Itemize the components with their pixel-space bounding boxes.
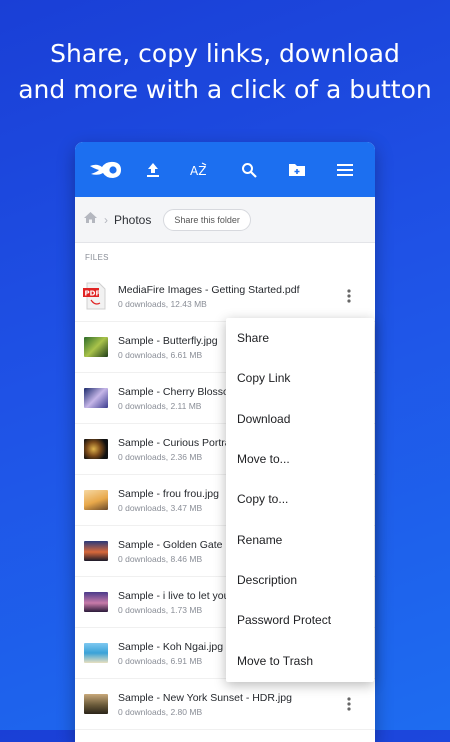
context-menu: Share Copy Link Download Move to... Copy…: [226, 318, 374, 682]
menu-item-move-to-trash[interactable]: Move to Trash: [226, 640, 374, 680]
image-thumbnail: [84, 388, 108, 408]
menu-item-description[interactable]: Description: [226, 560, 374, 600]
headline-line-1: Share, copy links, download: [50, 39, 400, 68]
pdf-icon: PDF: [82, 282, 108, 310]
file-info: Sample - frou frou.jpg 0 downloads, 3.47…: [118, 488, 219, 513]
menu-item-copy-to[interactable]: Copy to...: [226, 479, 374, 519]
file-info: MediaFire Images - Getting Started.pdf 0…: [118, 284, 300, 309]
file-name: Sample - i live to let you: [118, 589, 230, 602]
home-icon[interactable]: [83, 211, 98, 229]
file-meta: 0 downloads, 3.47 MB: [118, 502, 203, 513]
file-info: Sample - Curious Portrai 0 downloads, 2.…: [118, 437, 233, 462]
file-meta: 0 downloads, 2.80 MB: [118, 706, 203, 717]
svg-text:PDF: PDF: [85, 290, 101, 298]
file-info: Sample - Golden Gate Hi 0 downloads, 8.4…: [118, 539, 235, 564]
svg-text:AZ: AZ: [190, 164, 206, 178]
file-meta: 0 downloads, 12.43 MB: [118, 298, 207, 309]
file-name: Sample - Curious Portrai: [118, 436, 233, 449]
file-info: Sample - i live to let you 0 downloads, …: [118, 590, 229, 615]
promo-headline: Share, copy links, download and more wit…: [0, 36, 450, 108]
files-section-label: FILES: [85, 253, 109, 262]
share-folder-button[interactable]: Share this folder: [163, 208, 251, 231]
file-name: Sample - Golden Gate Hi: [118, 538, 236, 551]
image-thumbnail: [84, 439, 108, 459]
headline-line-2: and more with a click of a button: [18, 75, 432, 104]
file-meta: 0 downloads, 2.11 MB: [118, 400, 202, 411]
file-meta: 0 downloads, 1.73 MB: [118, 604, 203, 615]
app-toolbar: AZ: [75, 142, 375, 197]
file-meta: 0 downloads, 8.46 MB: [118, 553, 203, 564]
more-options-icon[interactable]: [339, 694, 359, 714]
sort-az-icon[interactable]: AZ: [184, 153, 218, 187]
menu-item-rename[interactable]: Rename: [226, 519, 374, 559]
file-row-8[interactable]: Sample - New York Sunset - HDR.jpg 0 dow…: [75, 679, 375, 730]
image-thumbnail: [84, 337, 108, 357]
file-name: Sample - Butterfly.jpg: [118, 334, 218, 347]
file-name: Sample - frou frou.jpg: [118, 487, 219, 500]
file-name: Sample - Cherry Blossom: [118, 385, 238, 398]
image-thumbnail: [84, 541, 108, 561]
mediafire-logo-icon[interactable]: [88, 153, 122, 187]
file-meta: 0 downloads, 2.36 MB: [118, 451, 203, 462]
file-name: MediaFire Images - Getting Started.pdf: [118, 283, 300, 296]
search-icon[interactable]: [232, 153, 266, 187]
menu-item-copy-link[interactable]: Copy Link: [226, 358, 374, 398]
file-info: Sample - Butterfly.jpg 0 downloads, 6.61…: [118, 335, 218, 360]
image-thumbnail: [84, 592, 108, 612]
file-info: Sample - Cherry Blossom 0 downloads, 2.1…: [118, 386, 238, 411]
file-name: Sample - Koh Ngai.jpg: [118, 640, 224, 653]
menu-item-password-protect[interactable]: Password Protect: [226, 600, 374, 640]
file-name: Sample - New York Sunset - HDR.jpg: [118, 691, 292, 704]
current-folder-title: Photos: [114, 212, 152, 227]
new-folder-icon[interactable]: [280, 153, 314, 187]
upload-icon[interactable]: [136, 153, 170, 187]
file-meta: 0 downloads, 6.91 MB: [118, 655, 203, 666]
menu-item-share[interactable]: Share: [226, 318, 374, 358]
image-thumbnail: [84, 643, 108, 663]
file-info: Sample - Koh Ngai.jpg 0 downloads, 6.91 …: [118, 641, 223, 666]
menu-item-move-to[interactable]: Move to...: [226, 439, 374, 479]
chevron-right-icon: ›: [104, 212, 108, 227]
more-options-icon[interactable]: [339, 286, 359, 306]
file-row-0[interactable]: PDF MediaFire Images - Getting Started.p…: [75, 271, 375, 322]
file-meta: 0 downloads, 6.61 MB: [118, 349, 203, 360]
menu-item-download[interactable]: Download: [226, 399, 374, 439]
image-thumbnail: [84, 694, 108, 714]
image-thumbnail: [84, 490, 108, 510]
breadcrumb: › Photos Share this folder: [75, 197, 375, 243]
menu-icon[interactable]: [328, 153, 362, 187]
file-info: Sample - New York Sunset - HDR.jpg 0 dow…: [118, 692, 292, 717]
